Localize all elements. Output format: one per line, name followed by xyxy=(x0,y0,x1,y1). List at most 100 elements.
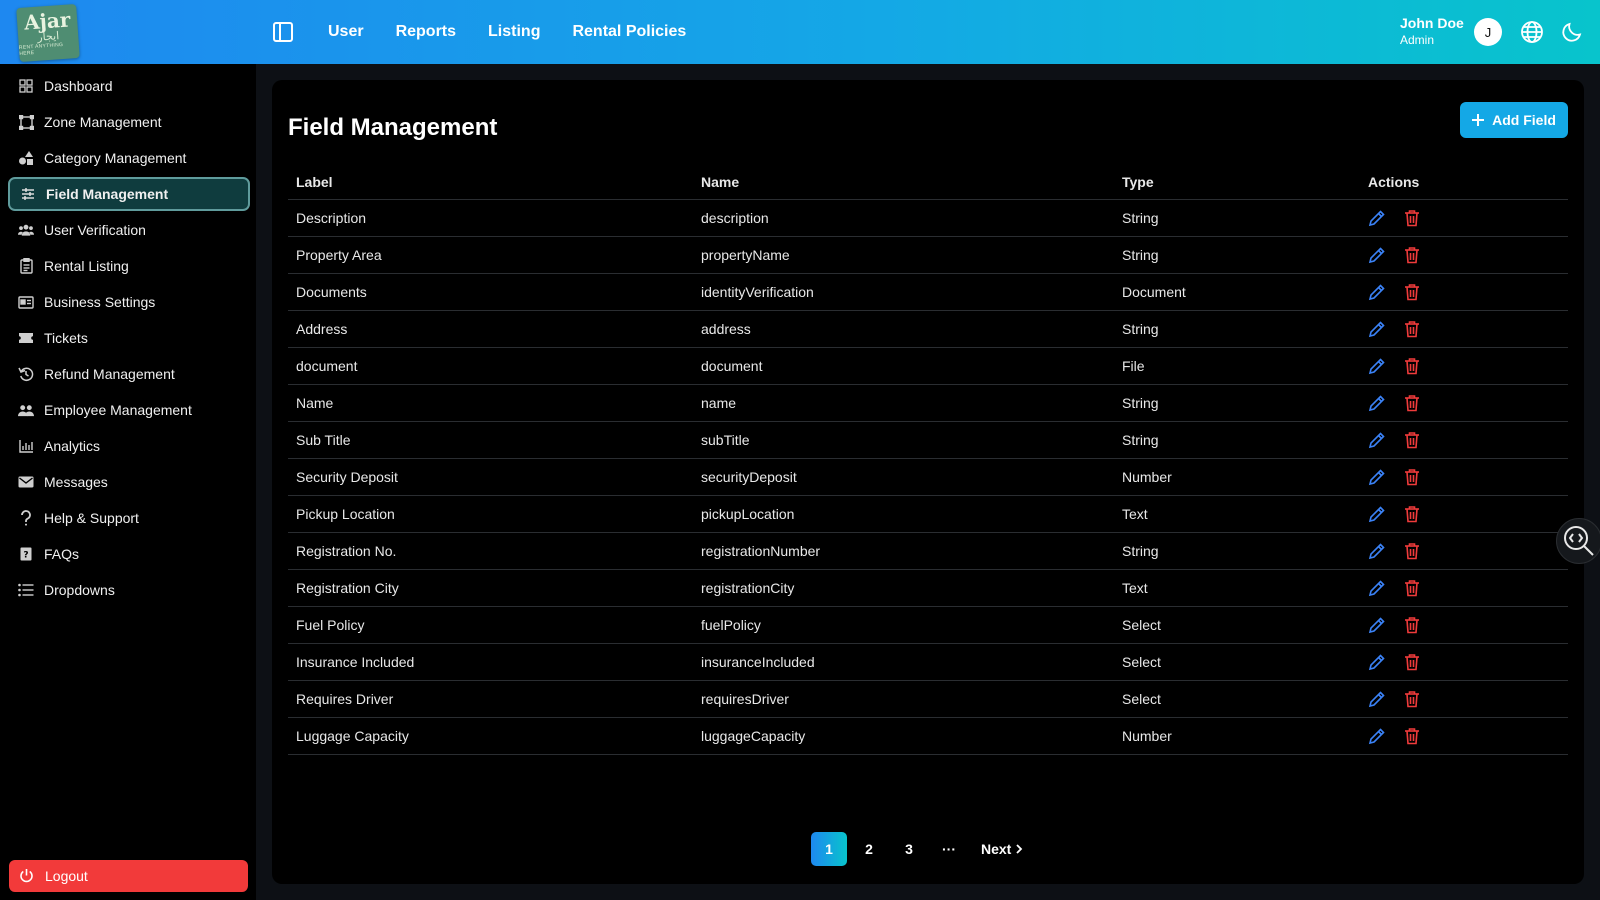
clipboard-icon xyxy=(18,258,34,274)
cell-label: Property Area xyxy=(296,247,382,263)
edit-pencil-icon[interactable] xyxy=(1368,320,1386,338)
sidebar-item-refund-management[interactable]: Refund Management xyxy=(8,357,250,391)
cell-type: String xyxy=(1122,247,1159,263)
page-1-button[interactable]: 1 xyxy=(811,832,847,866)
globe-icon[interactable] xyxy=(1520,20,1544,44)
table-row: Name name String xyxy=(288,385,1568,422)
top-bar: Ajar ايجار RENT ANYTHING HERE User Repor… xyxy=(0,0,1600,64)
sidebar-item-tickets[interactable]: Tickets xyxy=(8,321,250,355)
sidebar-item-analytics[interactable]: Analytics xyxy=(8,429,250,463)
sidebar-item-zone-management[interactable]: Zone Management xyxy=(8,105,250,139)
delete-trash-icon[interactable] xyxy=(1404,320,1422,338)
cell-name: address xyxy=(701,321,751,337)
sliders-icon xyxy=(20,186,36,202)
delete-trash-icon[interactable] xyxy=(1404,394,1422,412)
sidebar-item-messages[interactable]: Messages xyxy=(8,465,250,499)
edit-pencil-icon[interactable] xyxy=(1368,542,1386,560)
nav-reports[interactable]: Reports xyxy=(396,23,456,41)
cell-name: registrationNumber xyxy=(701,543,821,559)
cell-type: String xyxy=(1122,432,1159,448)
sidebar-item-category-management[interactable]: Category Management xyxy=(8,141,250,175)
delete-trash-icon[interactable] xyxy=(1404,283,1422,301)
column-header-name[interactable]: Name xyxy=(701,164,739,199)
cell-label: Pickup Location xyxy=(296,506,395,522)
delete-trash-icon[interactable] xyxy=(1404,690,1422,708)
delete-trash-icon[interactable] xyxy=(1404,209,1422,227)
main-card: Field Management Add Field Label Name Ty… xyxy=(272,80,1584,884)
table-row: Property Area propertyName String xyxy=(288,237,1568,274)
edit-pencil-icon[interactable] xyxy=(1368,690,1386,708)
users-icon xyxy=(18,222,34,238)
column-header-label[interactable]: Label xyxy=(296,164,333,199)
question-icon xyxy=(18,510,34,526)
ajar-logo[interactable]: Ajar ايجار RENT ANYTHING HERE xyxy=(16,3,80,63)
edit-pencil-icon[interactable] xyxy=(1368,505,1386,523)
row-actions xyxy=(1368,422,1422,458)
cell-name: registrationCity xyxy=(701,580,795,596)
table-row: Fuel Policy fuelPolicy Select xyxy=(288,607,1568,644)
next-page-button[interactable]: Next xyxy=(971,832,1033,866)
logout-button[interactable]: Logout xyxy=(9,860,248,892)
cell-type: Number xyxy=(1122,469,1172,485)
nav-listing[interactable]: Listing xyxy=(488,23,540,41)
cell-label: Security Deposit xyxy=(296,469,398,485)
cell-type: String xyxy=(1122,321,1159,337)
sidebar-item-field-management[interactable]: Field Management xyxy=(8,177,250,211)
logout-label: Logout xyxy=(45,868,88,884)
delete-trash-icon[interactable] xyxy=(1404,431,1422,449)
cell-name: securityDeposit xyxy=(701,469,797,485)
sidebar-item-label: User Verification xyxy=(44,222,146,238)
edit-pencil-icon[interactable] xyxy=(1368,357,1386,375)
edit-pencil-icon[interactable] xyxy=(1368,283,1386,301)
delete-trash-icon[interactable] xyxy=(1404,505,1422,523)
edit-pencil-icon[interactable] xyxy=(1368,209,1386,227)
column-header-type[interactable]: Type xyxy=(1122,164,1154,199)
page-3-button[interactable]: 3 xyxy=(891,832,927,866)
row-actions xyxy=(1368,274,1422,310)
moon-icon[interactable] xyxy=(1560,20,1584,44)
avatar[interactable]: J xyxy=(1474,18,1502,46)
user-info: John Doe Admin xyxy=(1400,14,1464,48)
table-row: Insurance Included insuranceIncluded Selec… xyxy=(288,644,1568,681)
table-row: Security Deposit securityDeposit Number xyxy=(288,459,1568,496)
delete-trash-icon[interactable] xyxy=(1404,727,1422,745)
sidebar-toggle-icon[interactable] xyxy=(272,21,294,43)
delete-trash-icon[interactable] xyxy=(1404,357,1422,375)
delete-trash-icon[interactable] xyxy=(1404,468,1422,486)
edit-pencil-icon[interactable] xyxy=(1368,727,1386,745)
edit-pencil-icon[interactable] xyxy=(1368,431,1386,449)
zoom-inspect-button[interactable] xyxy=(1556,518,1600,564)
table-row: Registration No. registrationNumber String xyxy=(288,533,1568,570)
add-field-button[interactable]: Add Field xyxy=(1460,102,1568,138)
edit-pencil-icon[interactable] xyxy=(1368,616,1386,634)
sidebar-item-business-settings[interactable]: Business Settings xyxy=(8,285,250,319)
sidebar-item-label: Dropdowns xyxy=(44,582,115,598)
edit-pencil-icon[interactable] xyxy=(1368,394,1386,412)
edit-pencil-icon[interactable] xyxy=(1368,468,1386,486)
row-actions xyxy=(1368,237,1422,273)
delete-trash-icon[interactable] xyxy=(1404,616,1422,634)
delete-trash-icon[interactable] xyxy=(1404,542,1422,560)
edit-pencil-icon[interactable] xyxy=(1368,579,1386,597)
row-actions xyxy=(1368,200,1422,236)
sidebar-item-faqs[interactable]: ? FAQs xyxy=(8,537,250,571)
edit-pencil-icon[interactable] xyxy=(1368,246,1386,264)
cell-name: description xyxy=(701,210,769,226)
sidebar-item-dashboard[interactable]: Dashboard xyxy=(8,69,250,103)
sidebar-item-help-support[interactable]: Help & Support xyxy=(8,501,250,535)
sidebar-item-user-verification[interactable]: User Verification xyxy=(8,213,250,247)
edit-pencil-icon[interactable] xyxy=(1368,653,1386,671)
nav-rental-policies[interactable]: Rental Policies xyxy=(572,23,686,41)
table-row: Address address String xyxy=(288,311,1568,348)
page-2-button[interactable]: 2 xyxy=(851,832,887,866)
sidebar-item-dropdowns[interactable]: Dropdowns xyxy=(8,573,250,607)
sidebar-item-rental-listing[interactable]: Rental Listing xyxy=(8,249,250,283)
cell-type: Select xyxy=(1122,691,1161,707)
nav-user[interactable]: User xyxy=(328,23,364,41)
add-field-label: Add Field xyxy=(1492,112,1556,128)
sidebar-item-employee-management[interactable]: Employee Management xyxy=(8,393,250,427)
cell-name: name xyxy=(701,395,737,411)
delete-trash-icon[interactable] xyxy=(1404,579,1422,597)
delete-trash-icon[interactable] xyxy=(1404,653,1422,671)
delete-trash-icon[interactable] xyxy=(1404,246,1422,264)
